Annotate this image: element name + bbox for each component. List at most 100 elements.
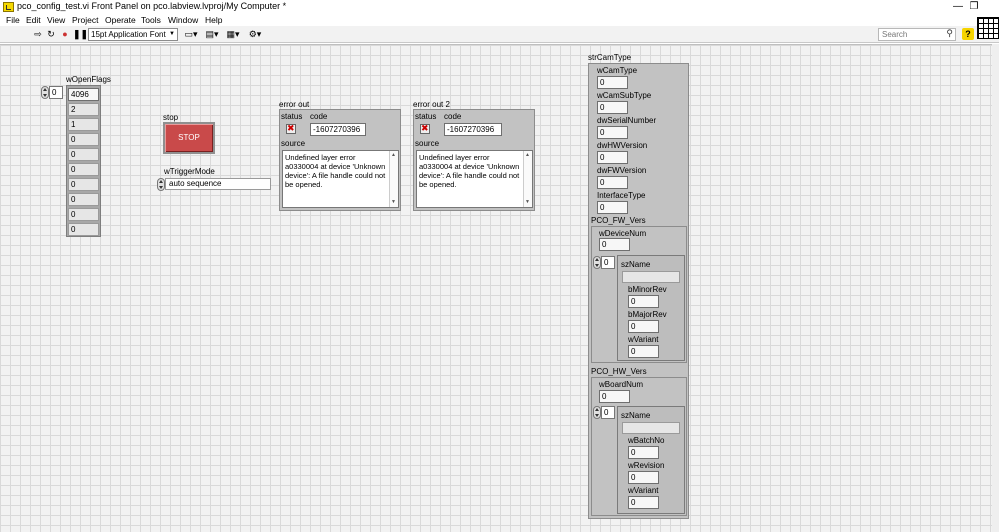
labview-vi-icon	[3, 2, 14, 12]
vertical-scrollbar[interactable]	[992, 44, 999, 532]
cam-type-field-label: InterfaceType	[597, 191, 646, 200]
abort-icon[interactable]: ●	[60, 29, 70, 40]
restore-button[interactable]: ❐	[964, 0, 984, 14]
cam-type-field-label: dwFWVersion	[597, 166, 647, 175]
context-help-icon[interactable]: ?	[962, 28, 974, 40]
w-open-flags-element[interactable]: 0	[68, 208, 99, 221]
menu-edit[interactable]: Edit	[26, 14, 41, 26]
reorder-icon[interactable]: ⚙▾	[247, 29, 263, 40]
trigger-mode-value[interactable]: auto sequence	[165, 178, 271, 190]
trigger-mode-label: wTriggerMode	[164, 167, 215, 176]
fw-field-label: wVariant	[628, 335, 659, 344]
font-select-value: 15pt Application Font	[91, 30, 166, 39]
search-icon[interactable]: ⚲	[946, 28, 953, 39]
fw-field-value: 0	[628, 295, 659, 308]
fw-vers-index-value: 0	[601, 256, 615, 269]
error-out-2-source-text: Undefined layer error a0330004 at device…	[419, 153, 520, 189]
hw-field-label: wBatchNo	[628, 436, 665, 445]
cam-type-field-value: 0	[597, 101, 628, 114]
hw-sz-name-value	[622, 422, 680, 434]
search-input[interactable]: Search ⚲	[878, 28, 956, 41]
cam-type-field-label: wCamSubType	[597, 91, 652, 100]
hw-vers-index[interactable]: 0	[593, 406, 615, 419]
fw-device-num-value: 0	[599, 238, 630, 251]
w-open-flags-index-value: 0	[49, 86, 63, 99]
cam-type-field-value: 0	[597, 176, 628, 189]
w-open-flags-element[interactable]: 0	[68, 163, 99, 176]
hw-vers-label: PCO_HW_Vers	[591, 367, 647, 376]
menu-project[interactable]: Project	[72, 14, 98, 26]
fw-field-value: 0	[628, 320, 659, 333]
fw-sz-name-value	[622, 271, 680, 283]
hw-field-value: 0	[628, 471, 659, 484]
w-open-flags-element[interactable]: 0	[68, 223, 99, 236]
cam-type-field-value: 0	[597, 76, 628, 89]
error-out-2-source: Undefined layer error a0330004 at device…	[416, 150, 533, 208]
menu-bar: File Edit View Project Operate Tools Win…	[0, 14, 999, 26]
error-out-source-text: Undefined layer error a0330004 at device…	[285, 153, 386, 189]
distribute-objects-icon[interactable]: ▤▾	[204, 29, 220, 40]
error-out-code-label: code	[310, 112, 328, 121]
source-scrollbar[interactable]	[523, 151, 532, 207]
menu-tools[interactable]: Tools	[141, 14, 161, 26]
connector-pane-icon[interactable]	[977, 17, 999, 39]
w-open-flags-element[interactable]: 0	[68, 193, 99, 206]
fw-vers-label: PCO_FW_Vers	[591, 216, 646, 225]
menu-window[interactable]: Window	[168, 14, 198, 26]
cam-type-field-value: 0	[597, 201, 628, 214]
menu-help[interactable]: Help	[205, 14, 222, 26]
source-scrollbar[interactable]	[389, 151, 398, 207]
run-continuously-icon[interactable]: ↻	[46, 29, 56, 40]
fw-field-value: 0	[628, 345, 659, 358]
search-placeholder: Search	[882, 30, 908, 39]
hw-field-value: 0	[628, 446, 659, 459]
w-open-flags-element[interactable]: 4096	[68, 88, 99, 101]
cam-type-label: strCamType	[588, 53, 632, 62]
font-select[interactable]: 15pt Application Font ▼	[88, 28, 178, 41]
hw-board-num-value: 0	[599, 390, 630, 403]
fw-field-label: bMinorRev	[628, 285, 667, 294]
align-objects-icon[interactable]: ▭▾	[183, 29, 199, 40]
w-open-flags-label: wOpenFlags	[66, 75, 111, 84]
w-open-flags-element[interactable]: 0	[68, 148, 99, 161]
fw-field-label: bMajorRev	[628, 310, 667, 319]
ring-increment-icon[interactable]	[157, 178, 165, 191]
index-increment-icon[interactable]	[593, 406, 601, 419]
hw-field-label: wVariant	[628, 486, 659, 495]
error-out-status-label: status	[281, 112, 303, 121]
cam-type-field-label: wCamType	[597, 66, 638, 75]
run-arrow-icon[interactable]: ⇨	[33, 29, 43, 40]
fw-sz-name-label: szName	[621, 260, 651, 269]
stop-button[interactable]: STOP	[163, 122, 215, 154]
error-out-2-label: error out 2	[413, 100, 450, 109]
error-out-2-source-label: source	[415, 139, 440, 148]
error-out-source: Undefined layer error a0330004 at device…	[282, 150, 399, 208]
hw-field-value: 0	[628, 496, 659, 509]
error-out-2-status-label: status	[415, 112, 437, 121]
fw-vers-index[interactable]: 0	[593, 256, 615, 269]
hw-board-num-label: wBoardNum	[599, 380, 644, 389]
error-out-label: error out	[279, 100, 310, 109]
w-open-flags-element[interactable]: 1	[68, 118, 99, 131]
cam-type-field-label: dwSerialNumber	[597, 116, 657, 125]
menu-operate[interactable]: Operate	[105, 14, 136, 26]
hw-vers-index-value: 0	[601, 406, 615, 419]
index-increment-icon[interactable]	[41, 86, 49, 99]
cam-type-field-label: dwHWVersion	[597, 141, 648, 150]
error-out-2-code-label: code	[444, 112, 462, 121]
resize-objects-icon[interactable]: ▦▾	[225, 29, 241, 40]
error-out-2-code: -1607270396	[444, 123, 502, 136]
menu-file[interactable]: File	[6, 14, 20, 26]
error-status-icon	[286, 123, 296, 134]
fw-device-num-label: wDeviceNum	[599, 229, 647, 238]
error-status-icon	[420, 123, 430, 134]
w-open-flags-element[interactable]: 0	[68, 178, 99, 191]
w-open-flags-element[interactable]: 0	[68, 133, 99, 146]
w-open-flags-index[interactable]: 0	[41, 86, 63, 99]
stop-label: stop	[163, 113, 179, 122]
w-open-flags-element[interactable]: 2	[68, 103, 99, 116]
menu-view[interactable]: View	[47, 14, 65, 26]
title-bar: pco_config_test.vi Front Panel on pco.la…	[0, 0, 999, 14]
index-increment-icon[interactable]	[593, 256, 601, 269]
pause-icon[interactable]: ❚❚	[73, 29, 88, 40]
